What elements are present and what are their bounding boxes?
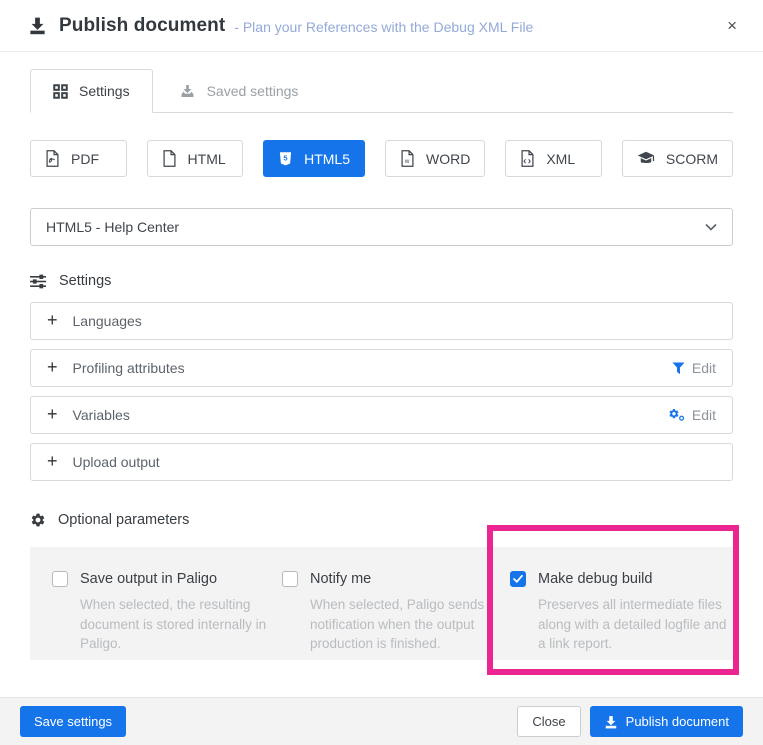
publish-button-label: Publish document: [626, 714, 729, 729]
html-file-icon: [162, 150, 177, 167]
edit-label: Edit: [692, 407, 716, 423]
option-description: When selected, the resulting document is…: [80, 595, 276, 654]
option-description: When selected, Paligo sends notification…: [310, 595, 506, 654]
option-label: Make debug build: [538, 571, 652, 587]
tab-label: Saved settings: [207, 83, 299, 99]
accordion-label: Upload output: [73, 454, 160, 470]
profiling-edit-button[interactable]: Edit: [672, 360, 716, 376]
output-preset-select[interactable]: HTML5 - Help Center: [30, 208, 733, 246]
accordion-languages[interactable]: + Languages: [30, 302, 733, 340]
publish-document-button[interactable]: Publish document: [590, 706, 743, 737]
dialog-title: Publish document: [59, 15, 225, 37]
format-html-button[interactable]: HTML: [147, 140, 244, 177]
svg-text:5: 5: [284, 154, 288, 163]
format-xml-button[interactable]: XML: [505, 140, 602, 177]
plus-icon: +: [47, 452, 58, 470]
format-html5-button[interactable]: 5 HTML5: [263, 140, 365, 177]
plus-icon: +: [47, 358, 58, 376]
option-make-debug-build: Make debug build Preserves all intermedi…: [510, 571, 733, 660]
close-icon[interactable]: ×: [727, 17, 737, 34]
pdf-file-icon: [45, 150, 60, 167]
filter-icon: [672, 362, 685, 375]
optional-heading-label: Optional parameters: [58, 512, 189, 528]
close-button[interactable]: Close: [517, 706, 580, 737]
sliders-icon: [30, 274, 47, 289]
accordion-variables[interactable]: + Variables Edit: [30, 396, 733, 434]
format-label: SCORM: [666, 151, 718, 167]
format-label: PDF: [71, 151, 99, 167]
dialog-header: Publish document - Plan your References …: [0, 0, 763, 52]
save-output-checkbox[interactable]: [52, 571, 68, 587]
optional-parameters-heading: Optional parameters: [30, 512, 733, 528]
tab-saved-settings[interactable]: Saved settings: [153, 69, 325, 112]
publish-icon: [28, 16, 47, 35]
format-label: HTML: [188, 151, 226, 167]
settings-heading-label: Settings: [59, 273, 111, 289]
plus-icon: +: [47, 405, 58, 423]
option-label: Notify me: [310, 571, 371, 587]
optional-parameters-panel: Save output in Paligo When selected, the…: [30, 547, 733, 660]
accordion-label: Languages: [73, 313, 142, 329]
format-pdf-button[interactable]: PDF: [30, 140, 127, 177]
html5-icon: 5: [278, 150, 293, 167]
xml-file-icon: [520, 150, 535, 167]
plus-icon: +: [47, 311, 58, 329]
edit-label: Edit: [692, 360, 716, 376]
format-selector: PDF HTML 5 HTML5 w: [30, 140, 733, 177]
save-settings-button[interactable]: Save settings: [20, 706, 126, 737]
svg-text:w: w: [404, 158, 410, 165]
variables-edit-button[interactable]: Edit: [668, 407, 716, 423]
format-word-button[interactable]: w WORD: [385, 140, 485, 177]
saved-settings-icon: [179, 83, 196, 99]
format-scorm-button[interactable]: SCORM: [622, 140, 733, 177]
option-save-output: Save output in Paligo When selected, the…: [52, 571, 282, 660]
option-notify-me: Notify me When selected, Paligo sends no…: [282, 571, 510, 660]
tab-settings[interactable]: Settings: [30, 69, 153, 113]
notify-me-checkbox[interactable]: [282, 571, 298, 587]
cogs-icon: [668, 408, 685, 422]
dialog-footer: Save settings Close Publish document: [0, 697, 763, 745]
tab-label: Settings: [79, 83, 130, 99]
accordion-profiling-attributes[interactable]: + Profiling attributes Edit: [30, 349, 733, 387]
check-icon: [513, 575, 523, 583]
format-label: WORD: [426, 151, 470, 167]
format-label: XML: [546, 151, 575, 167]
accordion-label: Variables: [73, 407, 130, 423]
publish-icon: [604, 715, 618, 729]
chevron-down-icon: [705, 223, 717, 231]
preset-value: HTML5 - Help Center: [46, 219, 179, 235]
settings-section-heading: Settings: [30, 273, 733, 289]
dialog-subtitle: - Plan your References with the Debug XM…: [234, 16, 533, 35]
publish-document-dialog: Publish document - Plan your References …: [0, 0, 763, 745]
gear-icon: [30, 512, 46, 528]
option-description: Preserves all intermediate files along w…: [538, 595, 733, 654]
grid-icon: [53, 84, 68, 99]
accordion-upload-output[interactable]: + Upload output: [30, 443, 733, 481]
option-label: Save output in Paligo: [80, 571, 217, 587]
format-label: HTML5: [304, 151, 350, 167]
make-debug-build-checkbox[interactable]: [510, 571, 526, 587]
settings-accordion: + Languages + Profiling attributes Edit …: [30, 302, 733, 481]
word-file-icon: w: [400, 150, 415, 167]
tab-bar: Settings Saved settings: [30, 69, 733, 113]
scorm-cap-icon: [637, 151, 655, 166]
accordion-label: Profiling attributes: [73, 360, 185, 376]
